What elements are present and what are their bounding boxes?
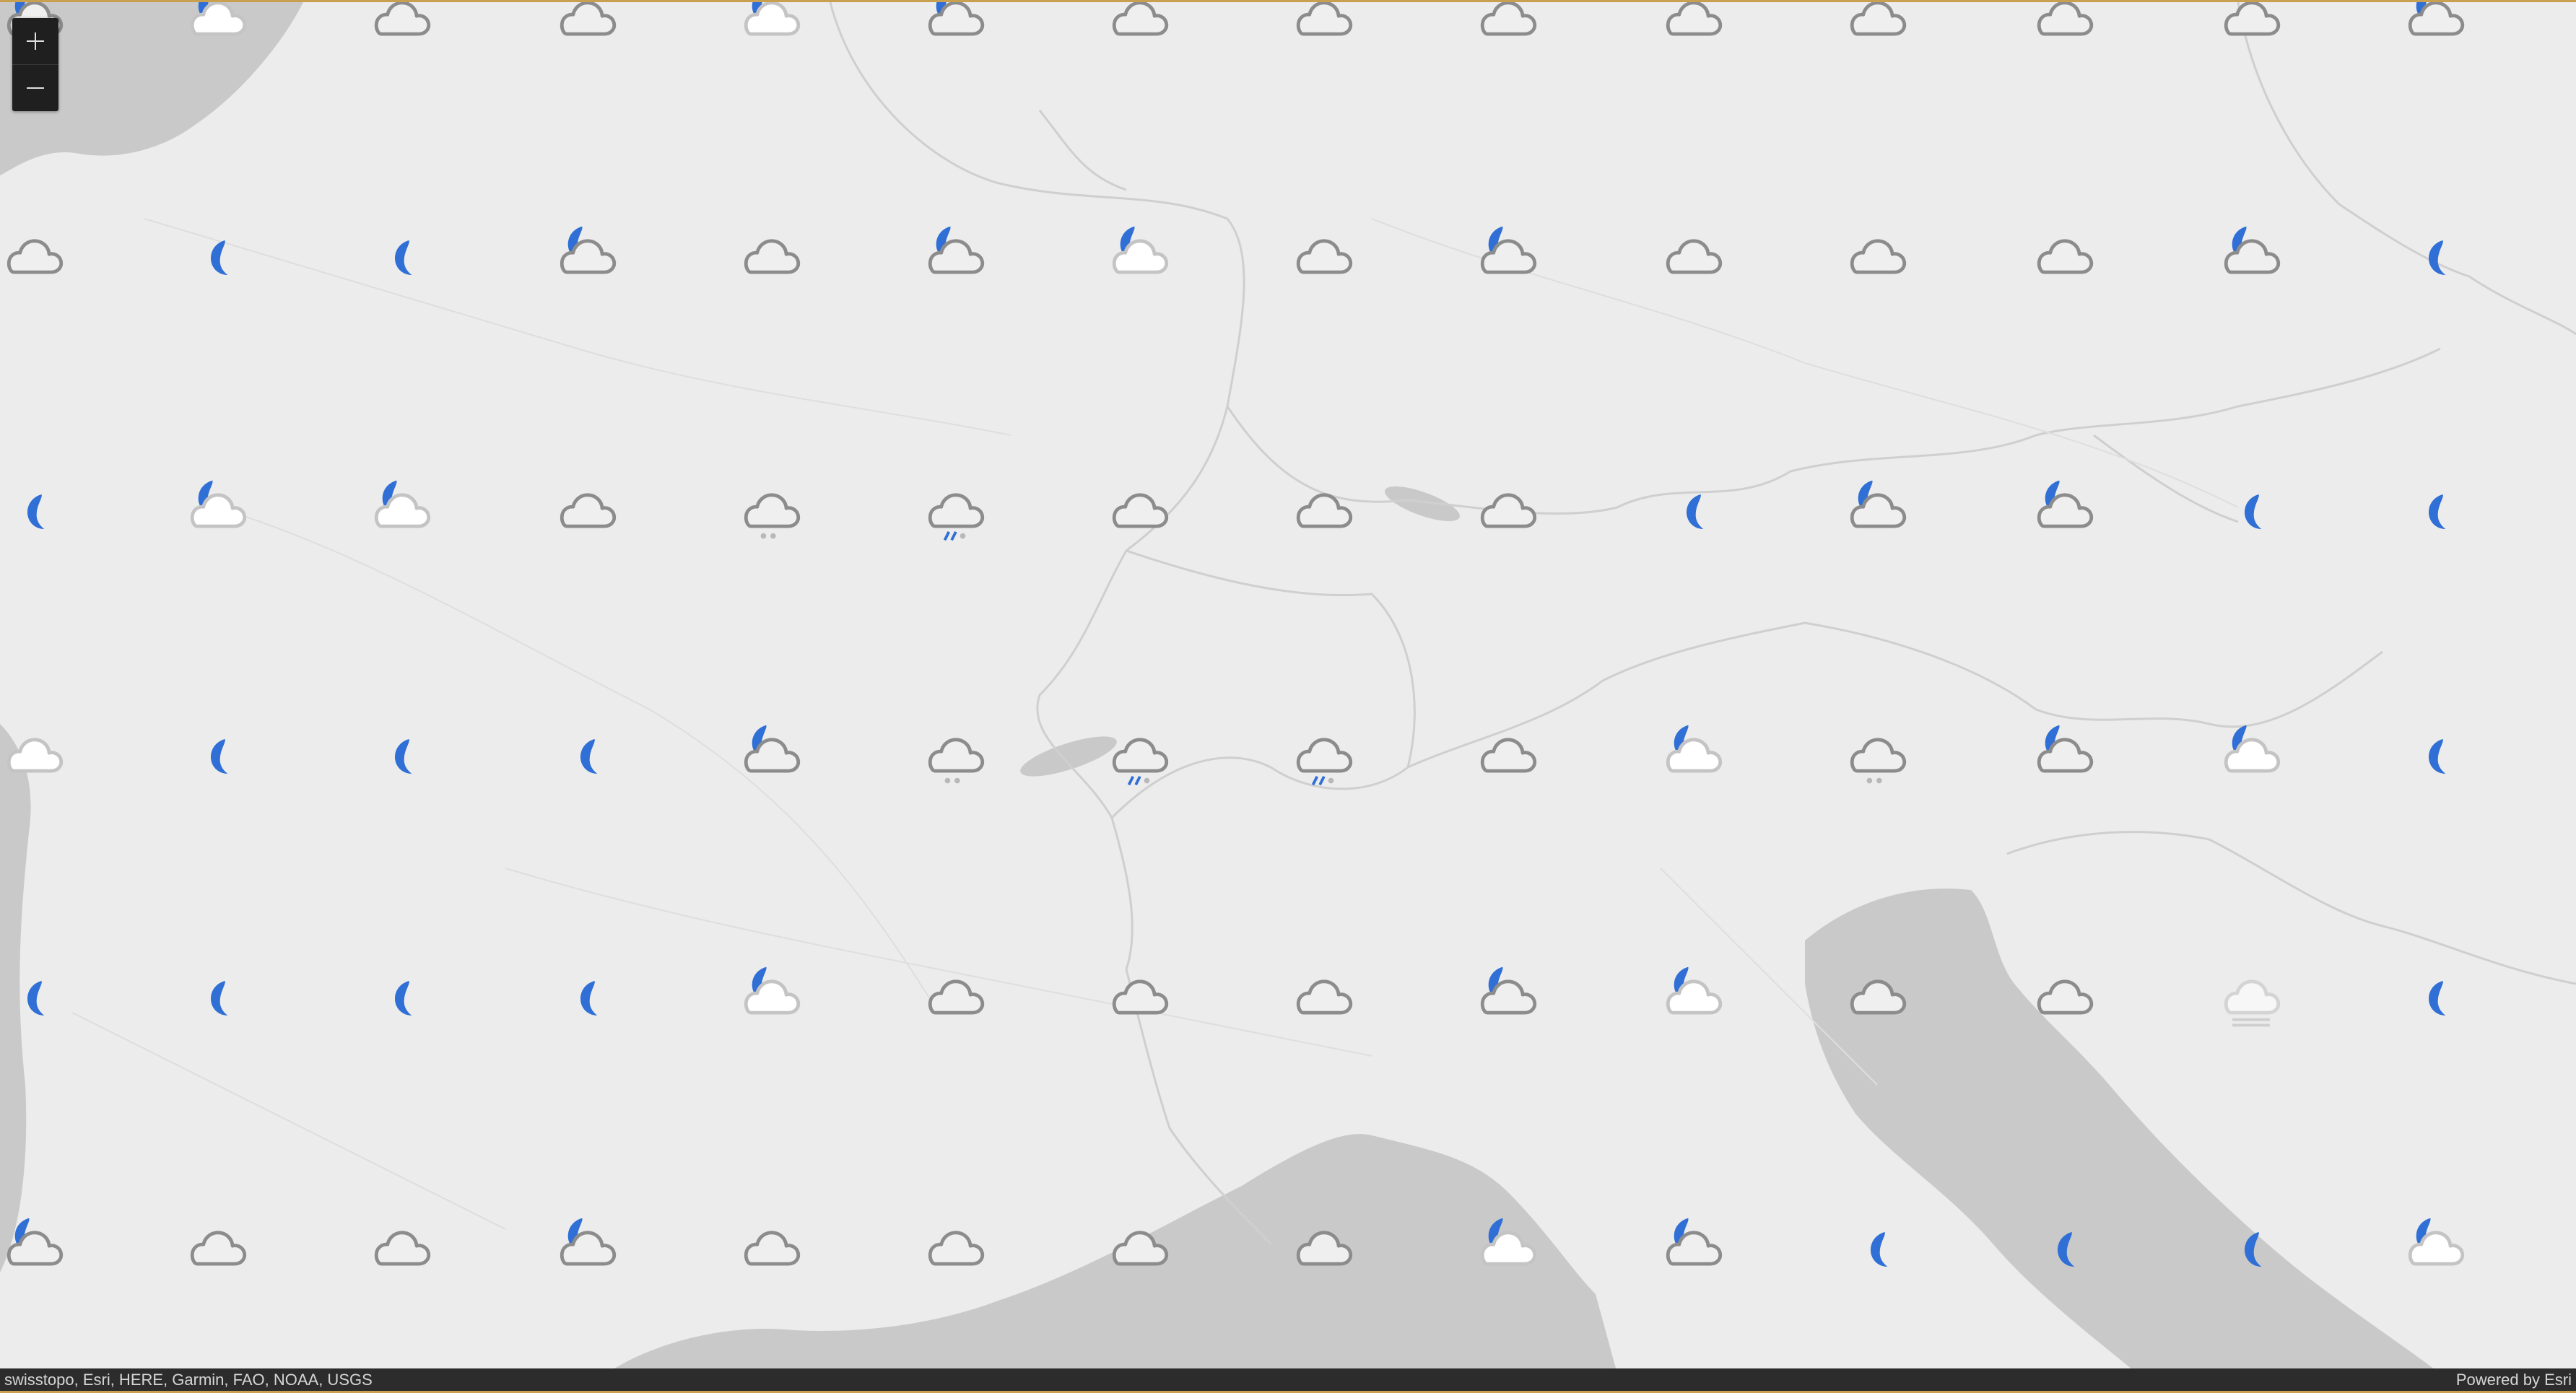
weather-cloud-icon[interactable] xyxy=(1842,222,1911,292)
weather-moon-cloud-icon[interactable] xyxy=(1842,476,1911,546)
weather-cloud-icon[interactable] xyxy=(736,1214,805,1283)
weather-cloud-icon[interactable] xyxy=(1658,0,1727,53)
weather-cloud-icon[interactable] xyxy=(552,476,621,546)
weather-moon-icon[interactable] xyxy=(1658,476,1727,546)
weather-moon-icon[interactable] xyxy=(1842,1214,1911,1283)
weather-moon-cloud-icon[interactable] xyxy=(920,0,989,53)
weather-moon-icon[interactable] xyxy=(552,963,621,1032)
weather-moon-cloud-light-icon[interactable] xyxy=(1472,1214,1541,1283)
weather-cloud-icon[interactable] xyxy=(366,0,435,53)
weather-cloud-icon[interactable] xyxy=(1288,476,1357,546)
minus-icon xyxy=(27,87,44,89)
weather-cloud-icon[interactable] xyxy=(1472,721,1541,790)
weather-cloud-icon[interactable] xyxy=(0,222,68,292)
weather-moon-icon[interactable] xyxy=(552,721,621,790)
weather-moon-icon[interactable] xyxy=(366,222,435,292)
weather-moon-cloud-icon[interactable] xyxy=(2029,721,2098,790)
weather-moon-cloud-light-icon[interactable] xyxy=(2216,721,2285,790)
plus-icon xyxy=(27,32,44,50)
weather-cloud-icon[interactable] xyxy=(1104,476,1173,546)
weather-cloud-snow-icon[interactable] xyxy=(1842,721,1911,790)
weather-cloud-icon[interactable] xyxy=(920,963,989,1032)
weather-moon-cloud-light-icon[interactable] xyxy=(182,0,251,53)
weather-moon-icon[interactable] xyxy=(2400,222,2469,292)
weather-moon-icon[interactable] xyxy=(2029,1214,2098,1283)
weather-moon-cloud-icon[interactable] xyxy=(1658,1214,1727,1283)
weather-moon-cloud-light-icon[interactable] xyxy=(2400,1214,2469,1283)
weather-cloud-icon[interactable] xyxy=(1842,963,1911,1032)
weather-cloud-icon[interactable] xyxy=(2216,0,2285,53)
weather-moon-cloud-icon[interactable] xyxy=(920,222,989,292)
weather-cloud-light-icon[interactable] xyxy=(0,721,68,790)
weather-cloud-icon[interactable] xyxy=(1288,1214,1357,1283)
weather-moon-cloud-icon[interactable] xyxy=(552,222,621,292)
weather-cloud-icon[interactable] xyxy=(1104,1214,1173,1283)
weather-moon-cloud-icon[interactable] xyxy=(2216,222,2285,292)
weather-cloud-icon[interactable] xyxy=(2029,222,2098,292)
powered-by-esri[interactable]: Powered by Esri xyxy=(2456,1371,2572,1389)
weather-cloud-icon[interactable] xyxy=(2029,963,2098,1032)
weather-moon-icon[interactable] xyxy=(2400,963,2469,1032)
weather-cloud-icon[interactable] xyxy=(920,1214,989,1283)
weather-moon-cloud-light-icon[interactable] xyxy=(1104,222,1173,292)
attribution-bar: swisstopo, Esri, HERE, Garmin, FAO, NOAA… xyxy=(0,1368,2576,1393)
weather-moon-cloud-icon[interactable] xyxy=(736,721,805,790)
weather-moon-icon[interactable] xyxy=(0,476,68,546)
weather-moon-cloud-icon[interactable] xyxy=(2400,0,2469,53)
weather-moon-icon[interactable] xyxy=(2400,476,2469,546)
weather-cloud-icon[interactable] xyxy=(1288,0,1357,53)
weather-moon-cloud-icon[interactable] xyxy=(1472,222,1541,292)
weather-cloud-icon[interactable] xyxy=(366,1214,435,1283)
weather-cloud-icon[interactable] xyxy=(2029,0,2098,53)
weather-cloud-icon[interactable] xyxy=(552,0,621,53)
weather-moon-cloud-light-icon[interactable] xyxy=(1658,963,1727,1032)
zoom-control xyxy=(12,18,58,111)
weather-moon-icon[interactable] xyxy=(182,963,251,1032)
weather-map[interactable]: swisstopo, Esri, HERE, Garmin, FAO, NOAA… xyxy=(0,0,2576,1393)
weather-moon-cloud-light-icon[interactable] xyxy=(736,963,805,1032)
weather-moon-icon[interactable] xyxy=(366,721,435,790)
weather-moon-icon[interactable] xyxy=(182,721,251,790)
weather-cloud-icon[interactable] xyxy=(1842,0,1911,53)
weather-moon-cloud-light-icon[interactable] xyxy=(182,476,251,546)
weather-moon-cloud-icon[interactable] xyxy=(1472,963,1541,1032)
weather-moon-icon[interactable] xyxy=(0,963,68,1032)
weather-moon-cloud-icon[interactable] xyxy=(2029,476,2098,546)
weather-moon-cloud-light-icon[interactable] xyxy=(1658,721,1727,790)
basemap xyxy=(0,2,2576,1374)
weather-cloud-snow-icon[interactable] xyxy=(920,721,989,790)
weather-moon-cloud-light-icon[interactable] xyxy=(736,0,805,53)
weather-cloud-icon[interactable] xyxy=(1288,963,1357,1032)
weather-moon-cloud-icon[interactable] xyxy=(0,1214,68,1283)
weather-moon-icon[interactable] xyxy=(366,963,435,1032)
lake-constance xyxy=(1385,486,1460,522)
weather-moon-icon[interactable] xyxy=(2216,1214,2285,1283)
weather-cloud-icon[interactable] xyxy=(1104,0,1173,53)
zoom-in-button[interactable] xyxy=(12,18,58,64)
weather-cloud-sleet-icon[interactable] xyxy=(1288,721,1357,790)
weather-cloud-icon[interactable] xyxy=(1658,222,1727,292)
weather-moon-cloud-icon[interactable] xyxy=(552,1214,621,1283)
weather-cloud-icon[interactable] xyxy=(1472,476,1541,546)
weather-cloud-icon[interactable] xyxy=(736,222,805,292)
attribution-text: swisstopo, Esri, HERE, Garmin, FAO, NOAA… xyxy=(4,1370,373,1389)
weather-cloud-fog-icon[interactable] xyxy=(2216,963,2285,1032)
weather-moon-icon[interactable] xyxy=(182,222,251,292)
weather-moon-cloud-light-icon[interactable] xyxy=(366,476,435,546)
weather-cloud-icon[interactable] xyxy=(182,1214,251,1283)
weather-moon-icon[interactable] xyxy=(2216,476,2285,546)
weather-cloud-icon[interactable] xyxy=(1288,222,1357,292)
weather-moon-icon[interactable] xyxy=(2400,721,2469,790)
weather-cloud-snow-icon[interactable] xyxy=(736,476,805,546)
adriatic-sea xyxy=(1805,888,2440,1374)
weather-cloud-icon[interactable] xyxy=(1104,963,1173,1032)
weather-cloud-sleet-icon[interactable] xyxy=(1104,721,1173,790)
weather-cloud-sleet-icon[interactable] xyxy=(920,476,989,546)
weather-cloud-icon[interactable] xyxy=(1472,0,1541,53)
zoom-out-button[interactable] xyxy=(12,64,58,111)
